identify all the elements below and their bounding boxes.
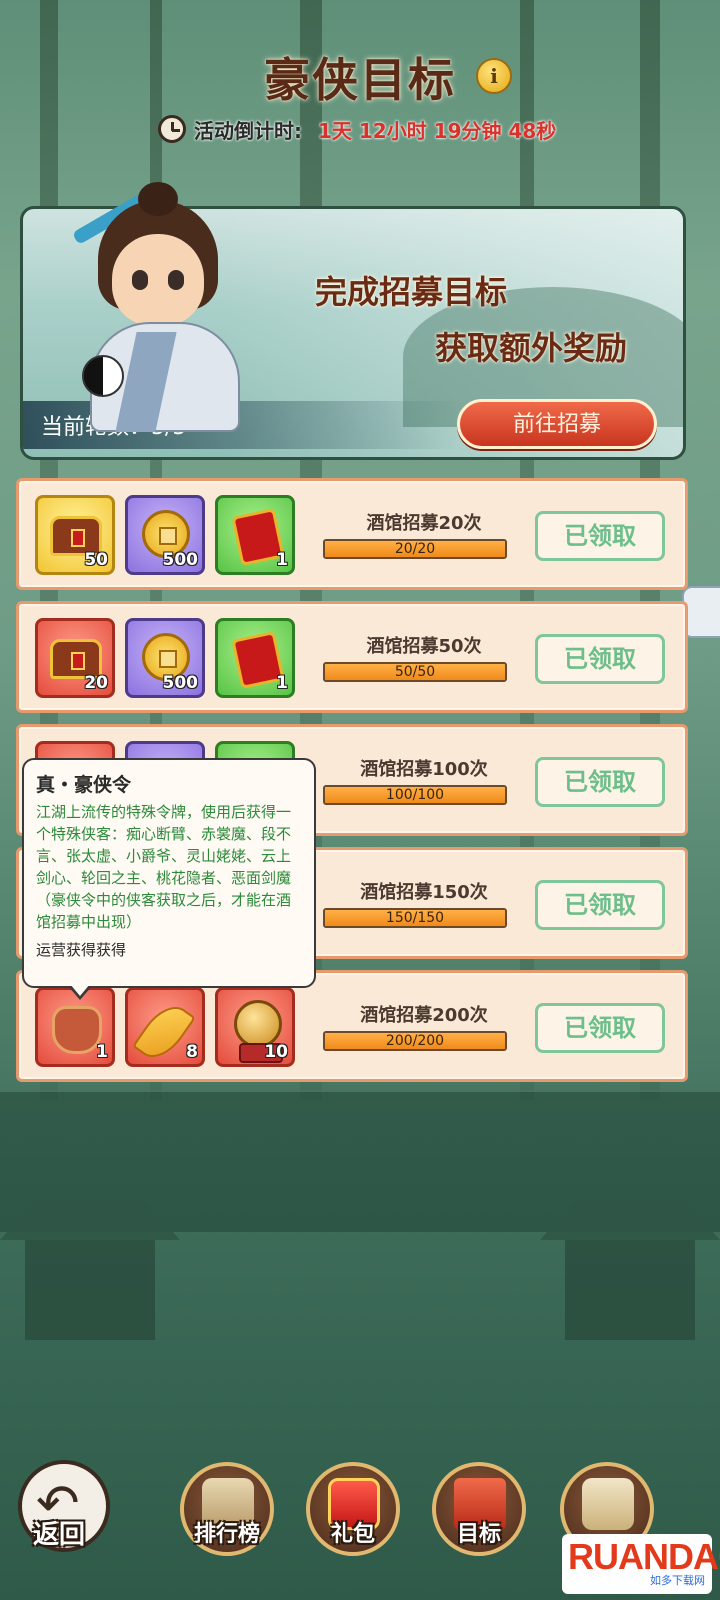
progress-bar: 150/150 [323, 908, 507, 928]
task-row: 50 500 1 酒馆招募20次 20/20 已领取 [16, 478, 688, 590]
reward-count: 500 [162, 673, 199, 693]
progress-bar: 200/200 [323, 1031, 507, 1051]
progress-text: 50/50 [394, 664, 436, 680]
progress-text: 100/100 [385, 787, 445, 803]
countdown: 活动倒计时: 1天 12小时 19分钟 48秒 [158, 114, 556, 144]
reward-count: 1 [276, 673, 288, 693]
task-title: 酒馆招募150次 [360, 882, 488, 903]
progress-text: 150/150 [385, 910, 445, 926]
reward-count: 50 [84, 550, 108, 570]
progress-bar: 20/20 [323, 539, 507, 559]
banner-headline: 完成招募目标 [315, 273, 508, 311]
progress-bar: 100/100 [323, 785, 507, 805]
reward-slot[interactable]: 500 [125, 495, 205, 575]
progress-text: 20/20 [394, 541, 436, 557]
reward-count: 20 [84, 673, 108, 693]
hero-token-plaque-icon [52, 1006, 102, 1054]
task-title: 酒馆招募200次 [360, 1005, 488, 1026]
task-row: 20 500 1 酒馆招募50次 50/50 已领取 [16, 601, 688, 713]
reward-slot[interactable]: 1 [215, 618, 295, 698]
task-title: 酒馆招募100次 [360, 759, 488, 780]
progress-bar: 50/50 [323, 662, 507, 682]
claimed-button[interactable]: 已领取 [535, 880, 665, 930]
countdown-value: 1天 12小时 19分钟 48秒 [318, 118, 557, 143]
gift-label: 礼包 [330, 1522, 375, 1547]
claimed-button[interactable]: 已领取 [535, 757, 665, 807]
taichi-icon [82, 355, 124, 397]
claimed-button[interactable]: 已领取 [535, 511, 665, 561]
tooltip-source: 运营获得获得 [36, 941, 127, 959]
reward-slot[interactable]: 500 [125, 618, 205, 698]
reward-slot[interactable]: 1 [215, 495, 295, 575]
header: 豪侠目标 [0, 44, 720, 110]
page-title: 豪侠目标 [264, 53, 456, 107]
info-icon[interactable]: i [476, 58, 512, 94]
reward-count: 500 [162, 550, 199, 570]
back-label: 返回 [32, 1520, 85, 1550]
reward-count: 1 [96, 1042, 108, 1062]
claimed-button[interactable]: 已领取 [535, 1003, 665, 1053]
go-recruit-button[interactable]: 前往招募 [457, 399, 657, 449]
clock-icon [158, 115, 186, 143]
hero-character-portrait [30, 172, 280, 432]
goal-label: 目标 [456, 1522, 501, 1547]
reward-slot[interactable]: 10 [215, 987, 295, 1067]
task-title: 酒馆招募20次 [366, 513, 482, 534]
letter-icon [582, 1478, 634, 1530]
reward-slot[interactable]: 50 [35, 495, 115, 575]
task-title: 酒馆招募50次 [366, 636, 482, 657]
banner-subheadline: 获取额外奖励 [435, 329, 628, 367]
watermark-sub: 如多下载网 [650, 1574, 705, 1587]
tooltip-title: 真・豪侠令 [36, 774, 132, 796]
claimed-button[interactable]: 已领取 [535, 634, 665, 684]
reward-count: 1 [276, 550, 288, 570]
reward-slot[interactable]: 8 [125, 987, 205, 1067]
reward-slot[interactable]: 20 [35, 618, 115, 698]
golden-orb-icon [234, 1000, 283, 1063]
progress-text: 200/200 [385, 1033, 445, 1049]
reward-count: 10 [264, 1042, 288, 1062]
item-tooltip: 真・豪侠令 江湖上流传的特殊令牌，使用后获得一个特殊侠客：痴心断臂、赤裳魔、段不… [22, 758, 316, 1000]
countdown-label: 活动倒计时: [194, 118, 302, 143]
ranking-label: 排行榜 [193, 1522, 260, 1547]
tooltip-description: 江湖上流传的特殊令牌，使用后获得一个特殊侠客：痴心断臂、赤裳魔、段不言、张太虚、… [36, 803, 292, 931]
reward-count: 8 [186, 1042, 198, 1062]
watermark-logo: RUANDAO 如多下载网 [562, 1534, 720, 1594]
